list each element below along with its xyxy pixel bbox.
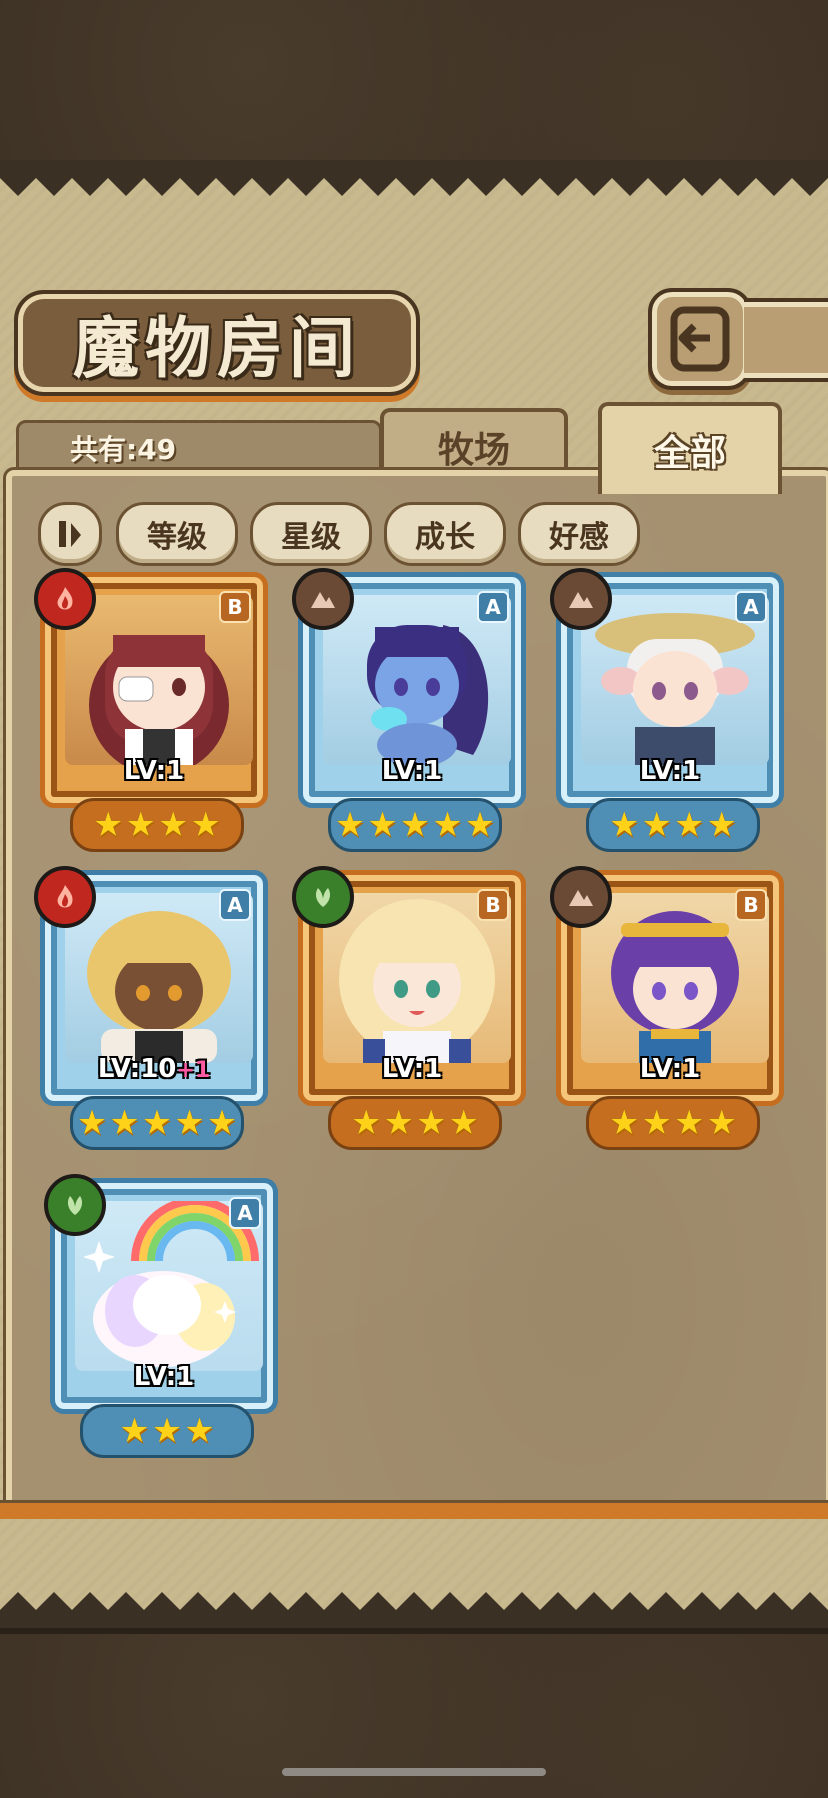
star-icon: ★ (674, 1103, 705, 1143)
grade-badge: B (219, 591, 251, 623)
bottom-zigzag-border (0, 1592, 828, 1628)
level-text: LV:10 (97, 1054, 177, 1084)
grade-badge: A (219, 889, 251, 921)
star-icon: ★ (706, 1103, 737, 1143)
monster-level: LV:1 (552, 1054, 788, 1084)
star-icon: ★ (609, 1103, 640, 1143)
monster-level: LV:1 (552, 756, 788, 786)
mountain-element-icon (292, 568, 354, 630)
star-icon: ★ (464, 805, 496, 845)
filter-growth-button[interactable]: 成长 (384, 502, 506, 566)
leaf-element-icon (292, 866, 354, 928)
monster-card[interactable]: B LV:1 ★ ★ ★ ★ (34, 568, 272, 852)
star-icon: ★ (109, 1103, 140, 1143)
star-rating: ★ ★ ★ ★ (586, 1096, 760, 1150)
grade-badge: B (735, 889, 767, 921)
star-rating: ★ ★ ★ ★ (70, 798, 244, 852)
filter-affection-button[interactable]: 好感 (518, 502, 640, 566)
monster-card[interactable]: A LV:10+1 ★ ★ ★ ★ ★ (34, 866, 272, 1150)
page-title: 魔物房间 (73, 309, 361, 387)
star-icon: ★ (641, 805, 672, 845)
tab-all[interactable]: 全部 (598, 402, 782, 494)
level-text: LV:1 (123, 756, 185, 786)
star-icon: ★ (706, 805, 737, 845)
monster-card[interactable]: B LV:1 ★ ★ ★ ★ (550, 866, 788, 1150)
monster-level: LV:1 (294, 1054, 530, 1084)
filter-level-button[interactable]: 等级 (116, 502, 238, 566)
filter-star-button[interactable]: 星级 (250, 502, 372, 566)
star-rating: ★ ★ ★ ★ (586, 798, 760, 852)
star-icon: ★ (125, 805, 156, 845)
top-zigzag-border (0, 160, 828, 196)
star-icon: ★ (158, 805, 189, 845)
leaf-element-icon (44, 1174, 106, 1236)
level-text: LV:1 (639, 756, 701, 786)
star-rating: ★ ★ ★ ★ ★ (328, 798, 502, 852)
back-button[interactable] (648, 288, 752, 390)
star-icon: ★ (609, 805, 640, 845)
monster-card[interactable]: A LV:1 ★ ★ ★ ★ ★ (292, 568, 530, 852)
sort-order-button[interactable] (38, 502, 102, 566)
star-icon: ★ (119, 1411, 150, 1451)
star-rating: ★ ★ ★ ★ (328, 1096, 502, 1150)
fire-element-icon (34, 568, 96, 630)
home-indicator[interactable] (282, 1768, 546, 1776)
return-arrow-icon (670, 306, 730, 372)
star-icon: ★ (190, 805, 221, 845)
monster-level: LV:1 (36, 756, 272, 786)
level-text: LV:1 (381, 1054, 443, 1084)
level-plus: +1 (176, 1058, 211, 1083)
top-background-band (0, 0, 828, 166)
monster-level: LV:10+1 (36, 1054, 272, 1084)
star-icon: ★ (674, 805, 705, 845)
star-icon: ★ (141, 1103, 173, 1143)
star-icon: ★ (151, 1411, 183, 1451)
star-icon: ★ (399, 805, 431, 845)
star-rating: ★ ★ ★ (80, 1404, 254, 1458)
title-plate: 魔物房间 (14, 290, 420, 396)
sort-toggle-icon (59, 521, 81, 547)
star-icon: ★ (334, 805, 366, 845)
monster-card[interactable]: B LV:1 ★ ★ ★ ★ (292, 866, 530, 1150)
list-frame-bottom-bar (0, 1500, 828, 1519)
level-text: LV:1 (639, 1054, 701, 1084)
level-text: LV:1 (381, 756, 443, 786)
star-icon: ★ (416, 1103, 447, 1143)
star-icon: ★ (93, 805, 124, 845)
star-icon: ★ (174, 1103, 205, 1143)
grade-badge: A (735, 591, 767, 623)
grade-badge: A (477, 591, 509, 623)
monster-card[interactable]: A LV:1 ★ ★ ★ (44, 1174, 282, 1458)
star-icon: ★ (206, 1103, 238, 1143)
mountain-element-icon (550, 866, 612, 928)
star-icon: ★ (76, 1103, 108, 1143)
star-rating: ★ ★ ★ ★ ★ (70, 1096, 244, 1150)
monster-level: LV:1 (46, 1362, 282, 1392)
star-icon: ★ (383, 1103, 414, 1143)
back-button-extension (744, 298, 828, 382)
star-icon: ★ (351, 1103, 382, 1143)
fire-element-icon (34, 866, 96, 928)
star-icon: ★ (448, 1103, 479, 1143)
star-icon: ★ (184, 1411, 215, 1451)
star-icon: ★ (432, 805, 463, 845)
level-text: LV:1 (133, 1362, 195, 1392)
monster-count: 共有:49 (70, 433, 177, 466)
star-icon: ★ (641, 1103, 672, 1143)
monster-card[interactable]: A LV:1 ★ ★ ★ ★ (550, 568, 788, 852)
monster-level: LV:1 (294, 756, 530, 786)
star-icon: ★ (367, 805, 398, 845)
grade-badge: B (477, 889, 509, 921)
grade-badge: A (229, 1197, 261, 1229)
mountain-element-icon (550, 568, 612, 630)
